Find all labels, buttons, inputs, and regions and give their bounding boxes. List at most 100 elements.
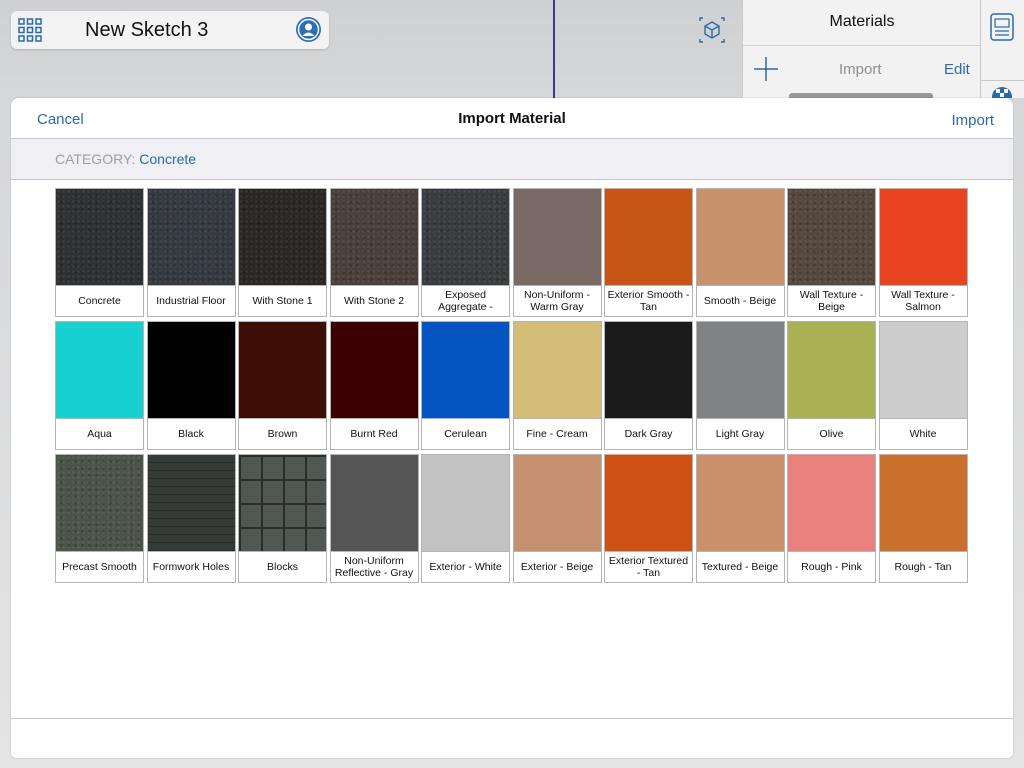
material-name: Wall Texture - Salmon	[891, 289, 955, 313]
material-tile[interactable]: Exterior - White	[421, 454, 510, 583]
material-swatch	[696, 455, 784, 552]
material-swatch	[56, 189, 143, 286]
import-material-dialog: Cancel Import Material Import CATEGORY: …	[11, 98, 1013, 758]
material-name: Exterior - Beige	[520, 561, 594, 573]
object-info-icon[interactable]	[989, 13, 1015, 41]
material-tile[interactable]: Fine - Cream	[512, 321, 602, 450]
material-grid: Concrete Industrial Floor With Stone 1 With…	[55, 188, 969, 583]
material-swatch	[879, 189, 967, 286]
material-tile[interactable]: Wall Texture - Beige	[787, 188, 876, 317]
view-cube-icon[interactable]	[698, 16, 726, 44]
material-name: Concrete	[78, 295, 121, 307]
material-tile[interactable]: Olive	[787, 321, 876, 450]
dialog-title: Import Material	[458, 110, 566, 127]
material-name: With Stone 2	[343, 295, 405, 307]
material-name: Smooth - Beige	[703, 295, 777, 307]
material-name: Dark Gray	[624, 428, 673, 440]
material-name: Precast Smooth	[62, 561, 137, 573]
material-swatch	[605, 322, 692, 419]
dialog-header: Cancel Import Material Import	[11, 98, 1013, 139]
material-tile[interactable]: With Stone 2	[329, 188, 419, 317]
material-name: Wall Texture - Beige	[799, 289, 864, 313]
material-swatch	[147, 455, 235, 552]
material-swatch	[513, 189, 601, 286]
material-name: Fine - Cream	[526, 428, 588, 440]
material-tile[interactable]: Exposed Aggregate -	[421, 188, 510, 317]
material-swatch	[330, 322, 418, 419]
axis-line	[553, 0, 555, 98]
user-profile-icon[interactable]	[296, 17, 321, 42]
material-swatch	[696, 322, 784, 419]
material-tile[interactable]: Dark Gray	[604, 321, 693, 450]
material-name: With Stone 1	[252, 295, 313, 307]
material-swatch	[513, 322, 601, 419]
material-tile[interactable]: With Stone 1	[238, 188, 327, 317]
material-name: Brown	[267, 428, 298, 440]
material-name: Exterior Smooth - Tan	[607, 289, 690, 313]
material-swatch	[788, 455, 875, 552]
material-tile[interactable]: Concrete	[55, 188, 144, 317]
material-swatch	[605, 455, 692, 552]
material-name: Burnt Red	[350, 428, 398, 440]
material-tile[interactable]: Precast Smooth	[55, 454, 144, 583]
material-name: Black	[178, 428, 204, 440]
materials-panel-title: Materials	[829, 13, 895, 30]
material-tile[interactable]: Brown	[238, 321, 327, 450]
material-swatch	[239, 189, 326, 286]
material-tile[interactable]: Industrial Floor	[146, 188, 236, 317]
material-tile[interactable]: Smooth - Beige	[695, 188, 785, 317]
material-tile[interactable]: Burnt Red	[329, 321, 419, 450]
material-swatch	[422, 455, 509, 552]
material-swatch	[696, 189, 784, 286]
materials-checker-icon[interactable]	[989, 84, 1015, 107]
material-swatch	[239, 455, 326, 552]
material-tile[interactable]: Wall Texture - Salmon	[878, 188, 968, 317]
material-name: Cerulean	[444, 428, 487, 440]
sketch-title: New Sketch 3	[85, 19, 209, 41]
material-name: Textured - Beige	[701, 561, 779, 573]
grid-menu-icon[interactable]	[18, 18, 42, 42]
category-value[interactable]: Concrete	[139, 151, 196, 167]
material-tile[interactable]: Exterior Textured - Tan	[604, 454, 693, 583]
material-name: Exposed Aggregate -	[438, 289, 493, 313]
material-tile[interactable]: Black	[146, 321, 236, 450]
material-swatch	[879, 455, 967, 552]
material-tile[interactable]: Exterior - Beige	[512, 454, 602, 583]
material-swatch	[239, 322, 326, 419]
material-name: Rough - Tan	[894, 561, 952, 573]
category-label: CATEGORY:	[55, 151, 136, 167]
material-tile[interactable]: Non-Uniform Reflective - Gray	[329, 454, 419, 583]
material-swatch	[330, 455, 418, 552]
category-selector[interactable]: CATEGORY: Concrete	[55, 151, 196, 167]
material-swatch	[605, 189, 692, 286]
material-tile[interactable]: Exterior Smooth - Tan	[604, 188, 693, 317]
material-tile[interactable]: Blocks	[238, 454, 327, 583]
divider	[743, 45, 981, 46]
material-tile[interactable]: Non-Uniform - Warm Gray	[512, 188, 602, 317]
material-swatch	[422, 189, 509, 286]
material-tile[interactable]: Aqua	[55, 321, 144, 450]
material-tile[interactable]: White	[878, 321, 968, 450]
material-swatch	[879, 322, 967, 419]
add-material-icon[interactable]	[753, 56, 779, 82]
material-tile[interactable]: Formwork Holes	[146, 454, 236, 583]
material-name: Non-Uniform - Warm Gray	[524, 289, 590, 313]
material-tile[interactable]: Light Gray	[695, 321, 785, 450]
material-tile[interactable]: Rough - Tan	[878, 454, 968, 583]
material-name: Olive	[819, 428, 844, 440]
material-name: Light Gray	[715, 428, 765, 440]
materials-import-button[interactable]: Import	[839, 61, 882, 78]
material-tile[interactable]: Textured - Beige	[695, 454, 785, 583]
material-name: Non-Uniform Reflective - Gray	[334, 555, 414, 579]
material-name: Industrial Floor	[156, 295, 226, 307]
material-tile[interactable]: Rough - Pink	[787, 454, 876, 583]
divider	[981, 80, 1024, 81]
material-name: White	[909, 428, 937, 440]
material-swatch	[56, 455, 143, 552]
material-swatch	[56, 322, 143, 419]
import-button[interactable]: Import	[951, 112, 994, 129]
materials-edit-button[interactable]: Edit	[944, 61, 970, 78]
material-swatch	[422, 322, 509, 419]
material-tile[interactable]: Cerulean	[421, 321, 510, 450]
material-name: Formwork Holes	[152, 561, 230, 573]
